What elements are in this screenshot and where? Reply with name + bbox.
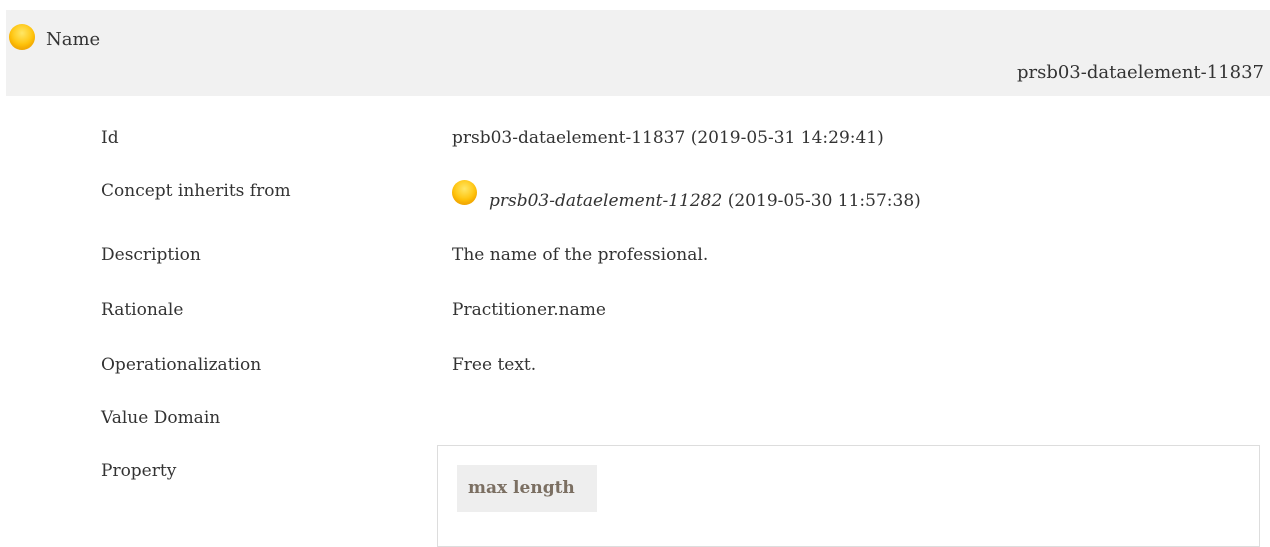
row-id: Id prsb03-dataelement-11837 (2019-05-31 … bbox=[101, 128, 1251, 158]
value-domain-label: Value Domain bbox=[101, 408, 221, 428]
description-value: The name of the professional. bbox=[452, 245, 709, 265]
inherited-concept-link[interactable]: prsb03-dataelement-11282 bbox=[489, 191, 722, 211]
concept-id: prsb03-dataelement-11837 bbox=[1016, 62, 1264, 83]
row-rationale: Rationale Practitioner.name bbox=[101, 300, 1251, 330]
row-value-domain: Value Domain bbox=[101, 408, 1251, 438]
row-description: Description The name of the professional… bbox=[101, 245, 1251, 275]
concept-header: Name prsb03-dataelement-11837 bbox=[6, 10, 1270, 96]
rationale-value: Practitioner.name bbox=[452, 300, 606, 320]
property-box: max length bbox=[437, 445, 1260, 547]
row-operationalization: Operationalization Free text. bbox=[101, 355, 1251, 385]
id-label: Id bbox=[101, 128, 119, 148]
status-dot-icon bbox=[9, 23, 35, 50]
concept-title: Name bbox=[46, 29, 101, 50]
description-label: Description bbox=[101, 245, 201, 265]
inherits-value: prsb03-dataelement-11282 (2019-05-30 11:… bbox=[452, 180, 921, 211]
rationale-label: Rationale bbox=[101, 300, 184, 320]
operationalization-label: Operationalization bbox=[101, 355, 262, 375]
operationalization-value: Free text. bbox=[452, 355, 537, 375]
property-label: Property bbox=[101, 461, 177, 481]
inherited-concept-date: (2019-05-30 11:57:38) bbox=[727, 191, 921, 211]
row-inherits: Concept inherits from prsb03-dataelement… bbox=[101, 180, 1251, 211]
max-length-tag: max length bbox=[457, 465, 597, 512]
inherited-status-dot-icon bbox=[452, 180, 477, 205]
concept-title-row: Name bbox=[9, 23, 100, 50]
id-value: prsb03-dataelement-11837 (2019-05-31 14:… bbox=[452, 128, 884, 148]
inherits-label: Concept inherits from bbox=[101, 181, 291, 201]
